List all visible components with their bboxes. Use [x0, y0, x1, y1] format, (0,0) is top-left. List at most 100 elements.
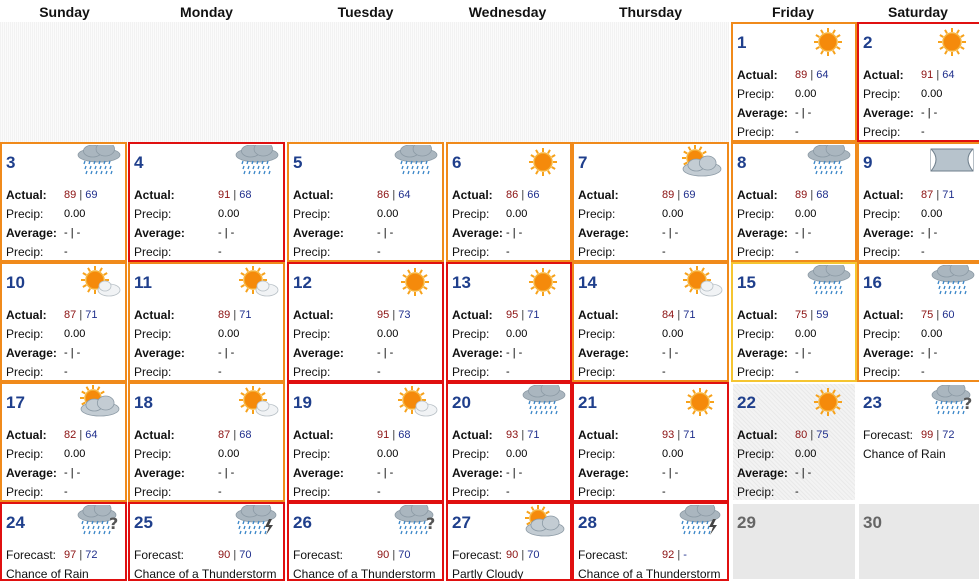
average-value: - | -	[218, 467, 235, 479]
actual-value-group: 91 | 68	[377, 429, 411, 441]
day-number: 2	[863, 33, 873, 52]
day-cell-3[interactable]: 3 Actual: 89 | 69 Precip: 0.00 Average: - | -…	[0, 142, 127, 262]
day-cell-11[interactable]: 11 Actual: 89 | 71 Precip: 0.00 Average: - | -…	[128, 262, 285, 382]
precip-row: Precip:	[6, 207, 43, 221]
day-cell-27[interactable]: 27 Forecast: 90 | 70 Partly Cloudy	[446, 502, 572, 581]
day-cell-5[interactable]: 5 Actual: 86 | 64 Precip: 0.00 Average: - | -…	[287, 142, 444, 262]
average-value: - | -	[662, 347, 679, 359]
actual-value-group: 93 | 71	[506, 429, 540, 441]
day-cell-29[interactable]: 29	[731, 502, 857, 581]
day-cell-21[interactable]: 21 Actual: 93 | 71 Precip: 0.00 Average: - | -…	[572, 382, 729, 502]
precip-label: Precip:	[293, 245, 331, 259]
day-cell-30[interactable]: 30	[857, 502, 979, 581]
precip-value-group: -	[377, 366, 381, 378]
precip-average-value: -	[921, 366, 925, 378]
actual-high: 95	[506, 309, 519, 321]
actual-low: 64	[85, 429, 98, 441]
actual-low: 68	[816, 189, 829, 201]
average-value: - | -	[377, 227, 394, 239]
average-label: Average:	[863, 226, 914, 240]
average-value: - | -	[921, 227, 938, 239]
precip-value-group: 0.00	[506, 328, 527, 340]
precip-label: Precip:	[452, 207, 490, 221]
average-value: - | -	[64, 467, 81, 479]
day-number: 25	[134, 513, 153, 532]
precip-label: Precip:	[293, 447, 331, 461]
day-cell-6[interactable]: 6 Actual: 86 | 66 Precip: 0.00 Average: - | - P…	[446, 142, 572, 262]
forecast-row: Forecast:	[452, 548, 502, 562]
actual-label: Actual:	[293, 428, 334, 442]
actual-row: Actual:	[863, 68, 904, 82]
forecast-value-group: 99 | 72	[921, 429, 955, 441]
actual-high: 87	[64, 309, 77, 321]
day-cell-10[interactable]: 10 Actual: 87 | 71 Precip: 0.00 Average: - | -…	[0, 262, 127, 382]
precip-average-value: -	[377, 486, 381, 498]
cloudy-icon	[929, 145, 975, 179]
precip-label: Precip:	[737, 87, 775, 101]
average-label: Average:	[6, 226, 57, 240]
precip-average-value: -	[64, 366, 68, 378]
rain-icon	[805, 144, 851, 179]
day-cell-23[interactable]: 23 ? Forecast: 99 | 72 Chance of Rain	[857, 382, 979, 502]
day-cell-24[interactable]: 24 ? Forecast: 97 | 72 Chance of Rain	[0, 502, 127, 581]
day-cell-18[interactable]: 18 Actual: 87 | 68 Precip: 0.00 Average: - | -…	[128, 382, 285, 502]
day-cell-7[interactable]: 7 Actual: 89 | 69 Precip: 0.00 Average: - | -…	[572, 142, 729, 262]
actual-low: 73	[398, 309, 411, 321]
average-value: - | -	[218, 347, 235, 359]
average-row: Average:	[6, 346, 57, 360]
forecast-low: 72	[942, 429, 955, 441]
average-label: Average:	[134, 346, 185, 360]
day-cell-19[interactable]: 19 Actual: 91 | 68 Precip: 0.00 Average: - | -…	[287, 382, 444, 502]
precip-value-group: 0.00	[921, 328, 942, 340]
precip-value-group: 0.00	[218, 448, 239, 460]
precip-label: Precip:	[863, 125, 901, 139]
precip-value-group: -	[377, 486, 381, 498]
day-number: 23	[863, 393, 882, 412]
average-value: - | -	[64, 227, 81, 239]
average-label: Average:	[452, 226, 503, 240]
actual-value-group: 91 | 68	[218, 189, 252, 201]
day-cell-25[interactable]: 25 Forecast: 90 | 70 Chance of a Thunderst…	[128, 502, 285, 581]
mostly-sunny-icon	[75, 265, 121, 299]
day-cell-28[interactable]: 28 Forecast: 92 | - Chance of a Thundersto…	[572, 502, 729, 581]
day-cell-14[interactable]: 14 Actual: 84 | 71 Precip: 0.00 Average: - | -…	[572, 262, 729, 382]
precip-label: Precip:	[863, 365, 901, 379]
day-cell-22[interactable]: 22 Actual: 80 | 75 Precip: 0.00 Average: - | -…	[731, 382, 857, 502]
precip-label: Precip:	[863, 327, 901, 341]
precip-label: Precip:	[452, 365, 490, 379]
forecast-high: 90	[506, 549, 519, 561]
precip-value-group: -	[921, 126, 925, 138]
day-cell-16[interactable]: 16 Actual: 75 | 60 Precip: 0.00 Average: - | …	[857, 262, 979, 382]
actual-label: Actual:	[6, 428, 47, 442]
average-value: - | -	[377, 347, 394, 359]
day-cell-13[interactable]: 13 Actual: 95 | 71 Precip: 0.00 Average: - | -…	[446, 262, 572, 382]
precip-value-group: 0.00	[64, 208, 85, 220]
day-cell-1[interactable]: 1 Actual: 89 | 64 Precip: 0.00 Average: - | - P…	[731, 22, 857, 142]
actual-value-group: 89 | 71	[218, 309, 252, 321]
precip-row: Precip:	[578, 365, 615, 379]
precip-value-group: 0.00	[662, 328, 683, 340]
precip-average-value: -	[218, 486, 222, 498]
precip-label: Precip:	[578, 485, 616, 499]
day-cell-20[interactable]: 20 Actual: 93 | 71 Precip: 0.00 Average: - | …	[446, 382, 572, 502]
precip-row: Precip:	[134, 447, 171, 461]
precip-row: Precip:	[737, 365, 774, 379]
day-cell-15[interactable]: 15 Actual: 75 | 59 Precip: 0.00 Average: - | …	[731, 262, 857, 382]
average-value-group: - | -	[218, 467, 234, 479]
precip-value: 0.00	[506, 208, 528, 220]
actual-low: 71	[683, 429, 696, 441]
day-cell-9[interactable]: 9 Actual: 87 | 71 Precip: 0.00 Average: - | - P…	[857, 142, 979, 262]
precip-row: Precip:	[452, 245, 489, 259]
day-cell-2[interactable]: 2 Actual: 91 | 64 Precip: 0.00 Average: - | - P…	[857, 22, 979, 142]
day-cell-26[interactable]: 26 ? Forecast: 90 | 70 Chance of a Thunders…	[287, 502, 444, 581]
precip-row: Precip:	[578, 245, 615, 259]
day-cell-8[interactable]: 8 Actual: 89 | 68 Precip: 0.00 Average: - | -…	[731, 142, 857, 262]
day-cell-12[interactable]: 12 Actual: 95 | 73 Precip: 0.00 Average: - | -…	[287, 262, 444, 382]
day-cell-17[interactable]: 17 Actual: 82 | 64 Precip: 0.00 Average: - | …	[0, 382, 127, 502]
actual-row: Actual:	[863, 188, 904, 202]
precip-value-group: 0.00	[795, 448, 816, 460]
day-cell-4[interactable]: 4 Actual: 91 | 68 Precip: 0.00 Average: - | -…	[128, 142, 285, 262]
precip-row: Precip:	[737, 327, 774, 341]
empty-leading-days	[0, 22, 729, 142]
precip-value-group: -	[218, 366, 222, 378]
